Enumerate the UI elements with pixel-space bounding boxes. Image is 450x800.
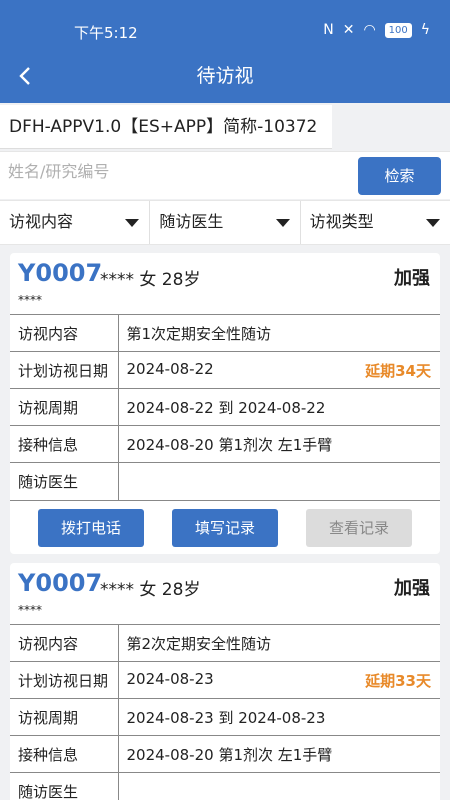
field-label: 接种信息 (10, 425, 119, 463)
search-button[interactable]: 检索 (358, 157, 441, 195)
field-value: 第2次定期安全性随访 (118, 624, 440, 662)
status-bar: 下午5:12 N ✕ ◠ 100 ϟ (0, 0, 450, 58)
table-row: 随访医生 (10, 462, 440, 500)
table-row: 随访医生 (10, 772, 440, 800)
table-row: 接种信息 2024-08-20 第1剂次 左1手臂 (10, 735, 440, 773)
field-value: 2024-08-22 到 2024-08-22 (118, 388, 440, 426)
wifi-icon: ◠ (363, 22, 376, 38)
table-row: 访视内容 第1次定期安全性随访 (10, 314, 440, 352)
field-label: 访视周期 (10, 388, 119, 426)
field-label: 计划访视日期 (10, 351, 119, 389)
app-header: 下午5:12 N ✕ ◠ 100 ϟ 待访视 (0, 0, 450, 103)
delay-badge: 延期33天 (365, 671, 431, 690)
subject-info: **** 女 28岁 (100, 580, 201, 600)
delay-badge: 延期34天 (365, 361, 431, 380)
page-title: 待访视 (196, 65, 254, 87)
filter-label: 随访医生 (159, 212, 224, 231)
filter-visit-content[interactable]: 访视内容 (0, 201, 151, 244)
table-row: 接种信息 2024-08-20 第1剂次 左1手臂 (10, 425, 440, 463)
field-label: 访视周期 (10, 698, 119, 736)
visit-level: 加强 (394, 268, 430, 289)
table-row: 访视内容 第2次定期安全性随访 (10, 624, 440, 662)
field-label: 接种信息 (10, 735, 119, 773)
filter-label: 访视类型 (309, 212, 374, 231)
status-icons: N ✕ ◠ 100 ϟ (323, 22, 430, 38)
card-actions: 拨打电话 填写记录 查看记录 (10, 499, 440, 554)
visit-card: Y0007 **** 女 28岁 **** 加强 访视内容 第2次定期安全性随访… (10, 563, 440, 800)
field-value: 2024-08-20 第1剂次 左1手臂 (118, 425, 440, 463)
field-value: 2024-08-23 到 2024-08-23 (118, 698, 440, 736)
card-header: Y0007 **** 女 28岁 **** 加强 (10, 253, 440, 314)
filter-row: 访视内容 随访医生 访视类型 (0, 200, 450, 245)
call-button[interactable]: 拨打电话 (38, 508, 144, 547)
filter-doctor[interactable]: 随访医生 (150, 201, 301, 244)
subject-info: **** 女 28岁 (100, 270, 201, 290)
caret-down-icon (125, 219, 140, 227)
subject-mask: **** (18, 603, 42, 617)
field-value: 2024-08-22 延期34天 (118, 351, 440, 389)
nfc-icon: N (323, 22, 334, 38)
nav-bar: 待访视 (0, 58, 450, 94)
filter-label: 访视内容 (9, 212, 74, 231)
table-row: 访视周期 2024-08-23 到 2024-08-23 (10, 698, 440, 736)
visit-card: Y0007 **** 女 28岁 **** 加强 访视内容 第1次定期安全性随访… (10, 253, 440, 554)
subject-id: Y0007 (18, 569, 103, 597)
field-value: 第1次定期安全性随访 (118, 314, 440, 352)
caret-down-icon (425, 219, 440, 227)
visit-level: 加强 (394, 578, 430, 599)
caret-down-icon (275, 219, 290, 227)
field-value (118, 462, 440, 500)
filter-visit-type[interactable]: 访视类型 (301, 201, 450, 244)
view-record-button[interactable]: 查看记录 (306, 508, 412, 547)
back-arrow-icon (19, 67, 30, 85)
plan-date: 2024-08-22 (126, 359, 214, 378)
table-row: 计划访视日期 2024-08-23 延期33天 (10, 661, 440, 699)
mute-icon: ✕ (342, 22, 355, 38)
field-label: 随访医生 (10, 772, 119, 800)
back-button[interactable] (14, 64, 38, 88)
field-value: 2024-08-20 第1剂次 左1手臂 (118, 735, 440, 773)
visit-info-table: 访视内容 第2次定期安全性随访 计划访视日期 2024-08-23 延期33天 … (10, 624, 440, 800)
visit-info-table: 访视内容 第1次定期安全性随访 计划访视日期 2024-08-22 延期34天 … (10, 314, 440, 500)
field-label: 计划访视日期 (10, 661, 119, 699)
search-row: 检索 (0, 151, 450, 199)
subject-mask: **** (18, 293, 42, 307)
fill-record-button[interactable]: 填写记录 (172, 508, 278, 547)
subject-id: Y0007 (18, 259, 103, 287)
project-name: DFH-APPV1.0【ES+APP】简称-10372 (0, 105, 332, 149)
field-value (118, 772, 440, 800)
field-label: 访视内容 (10, 624, 119, 662)
battery-icon: 100 (384, 22, 412, 38)
status-time: 下午5:12 (74, 24, 138, 42)
card-header: Y0007 **** 女 28岁 **** 加强 (10, 563, 440, 624)
table-row: 计划访视日期 2024-08-22 延期34天 (10, 351, 440, 389)
field-label: 访视内容 (10, 314, 119, 352)
field-label: 随访医生 (10, 462, 119, 500)
search-input[interactable] (8, 162, 338, 181)
charging-icon: ϟ (420, 22, 430, 38)
plan-date: 2024-08-23 (126, 669, 214, 688)
field-value: 2024-08-23 延期33天 (118, 661, 440, 699)
table-row: 访视周期 2024-08-22 到 2024-08-22 (10, 388, 440, 426)
